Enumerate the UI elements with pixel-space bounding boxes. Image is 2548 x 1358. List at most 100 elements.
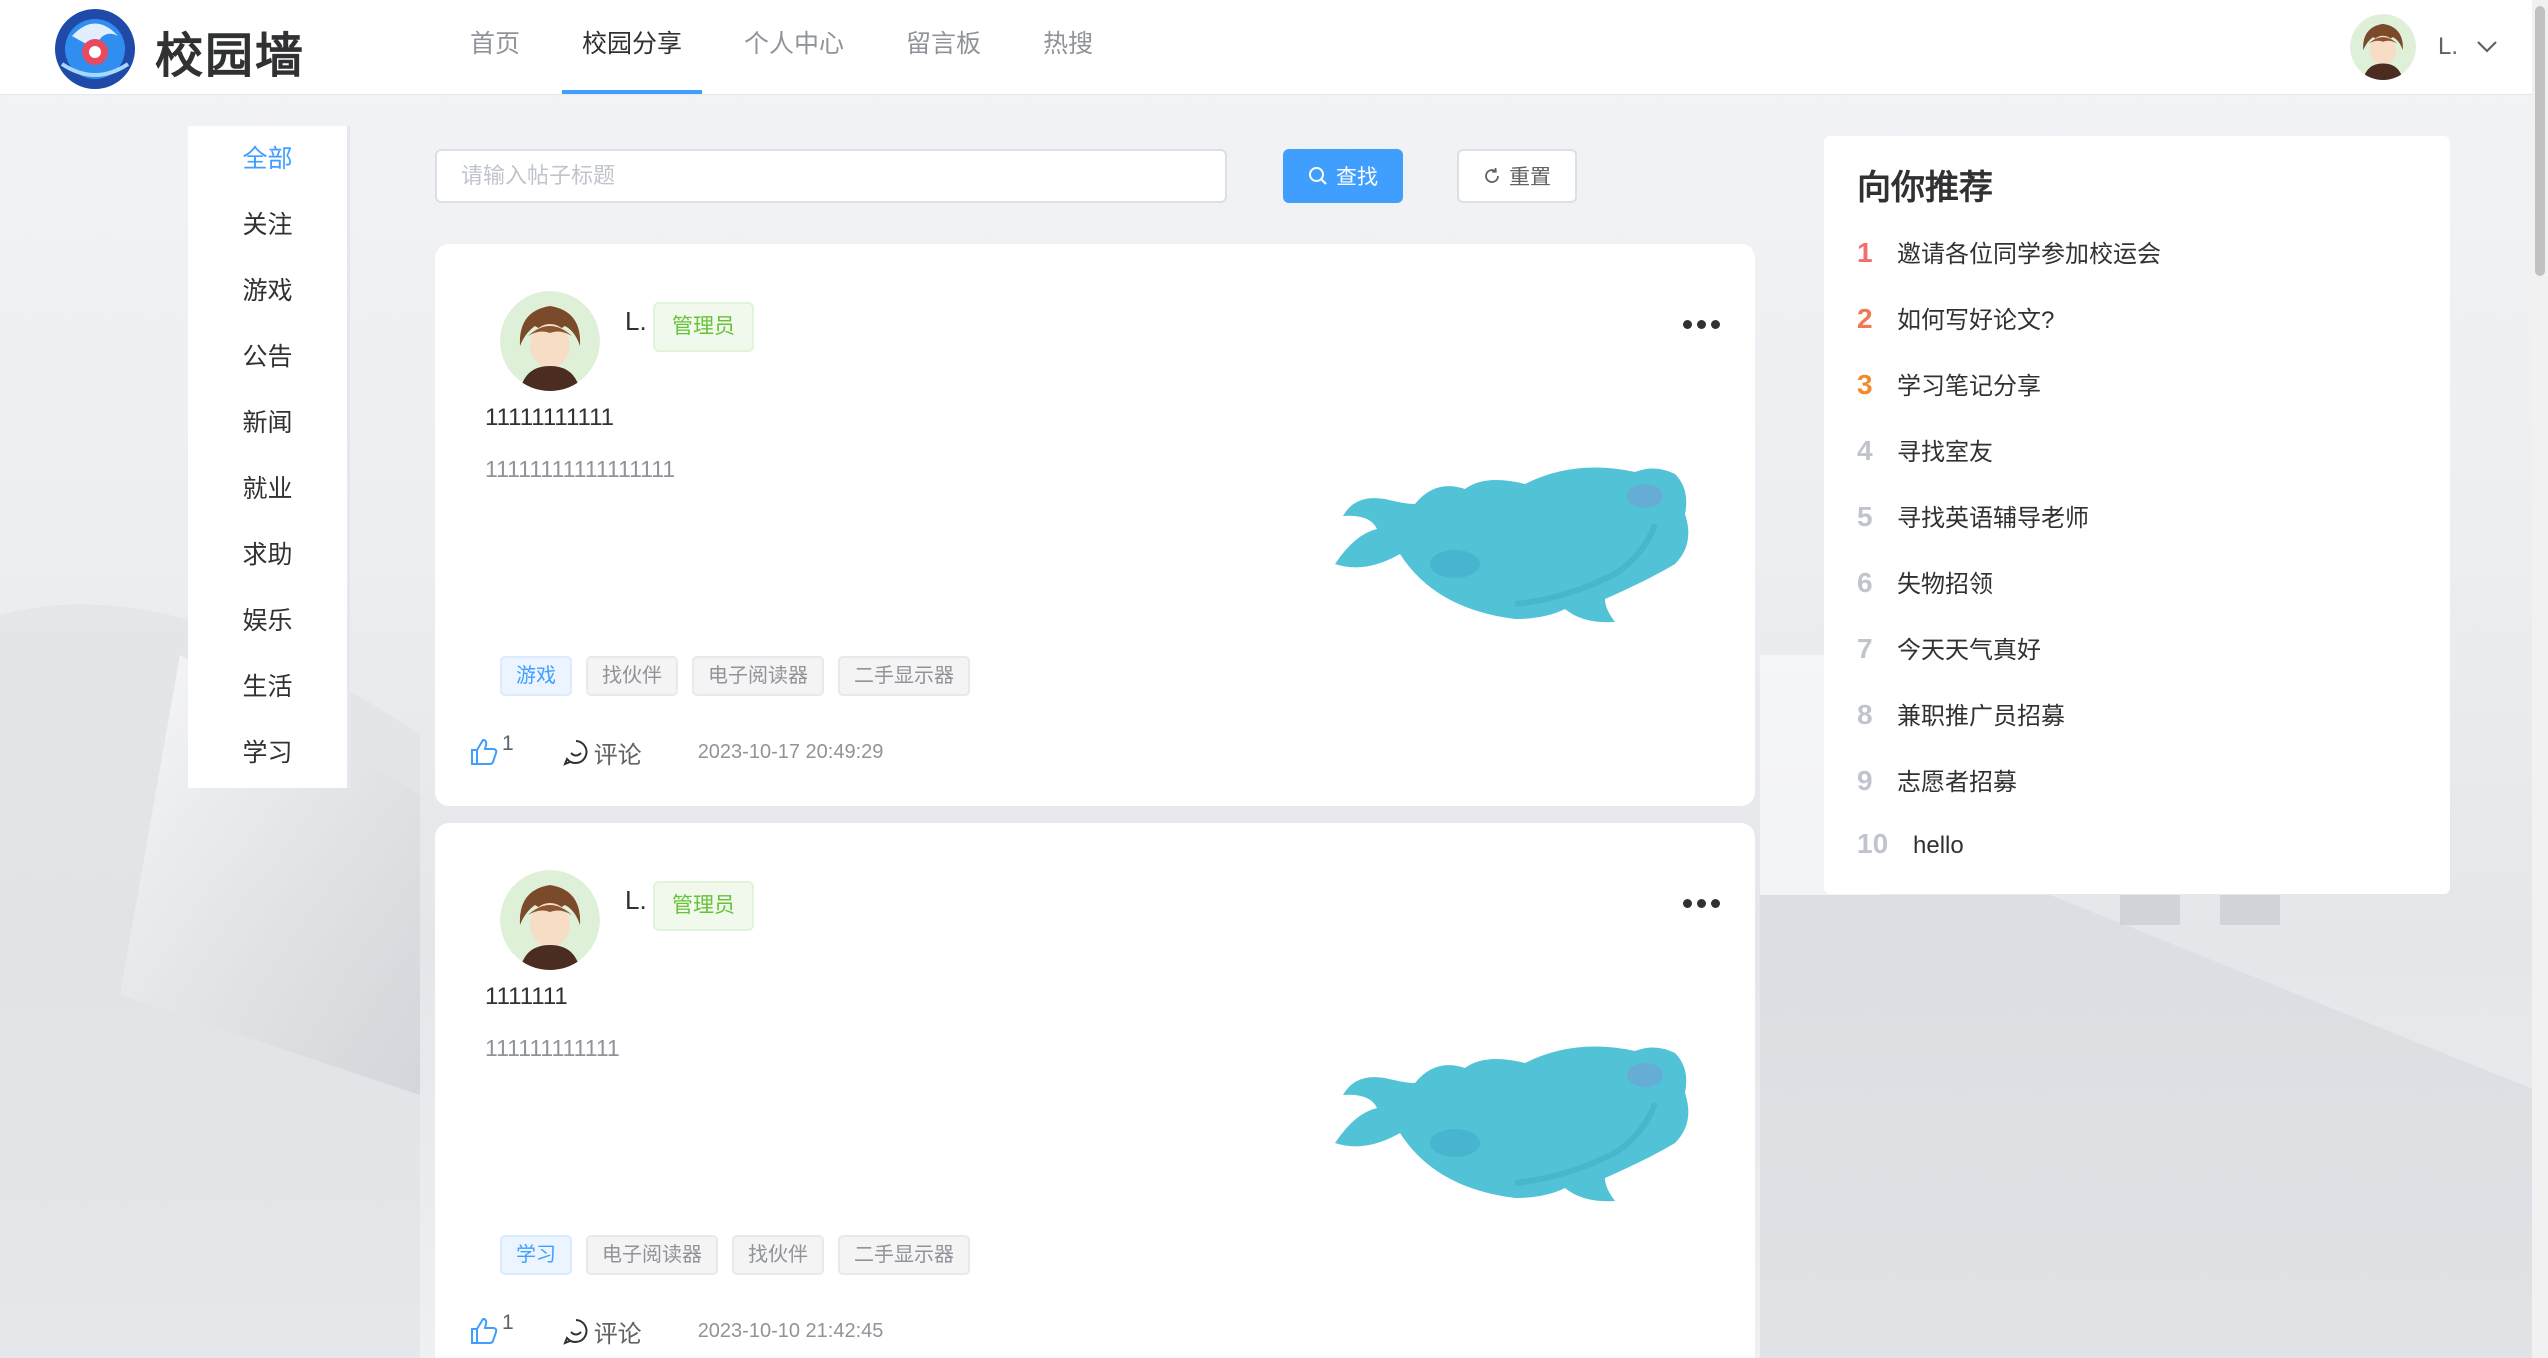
nav-message-board[interactable]: 留言板	[886, 0, 1001, 95]
post-timestamp: 2023-10-17 20:49:29	[697, 740, 884, 763]
category-life[interactable]: 生活	[188, 654, 347, 720]
recommend-item[interactable]: 10 hello	[1857, 828, 2161, 894]
recommend-panel: 向你推荐 1 邀请各位同学参加校运会 2 如何写好论文? 3 学习笔记分享 4 …	[1824, 136, 2450, 894]
comment-label: 评论	[593, 741, 642, 769]
post-title[interactable]: 1111111	[485, 983, 568, 1011]
rank-number: 8	[1857, 699, 1873, 730]
search-button[interactable]: 查找	[1283, 149, 1403, 203]
main-nav: 首页 校园分享 个人中心 留言板 热搜	[450, 0, 1135, 95]
recommend-item-title[interactable]: hello	[1913, 832, 1964, 860]
more-options-icon[interactable]	[1683, 899, 1720, 908]
thumbs-up-icon	[471, 1317, 498, 1344]
post-card[interactable]: L. 管理员 1111111 111111111111 学习 电子阅读器 找伙伴…	[435, 823, 1755, 1358]
recommend-list: 1 邀请各位同学参加校运会 2 如何写好论文? 3 学习笔记分享 4 寻找室友 …	[1857, 234, 2161, 894]
category-entertainment[interactable]: 娱乐	[188, 588, 347, 654]
recommend-item-title[interactable]: 今天天气真好	[1897, 630, 2041, 665]
role-badge: 管理员	[653, 302, 754, 352]
rank-number: 10	[1857, 828, 1889, 859]
rank-number: 1	[1857, 237, 1873, 268]
comment-icon	[562, 740, 588, 766]
like-count: 1	[502, 1311, 514, 1334]
reset-button-label: 重置	[1509, 166, 1551, 189]
rank-number: 3	[1857, 369, 1873, 400]
comment-button[interactable]: 评论	[562, 1314, 642, 1349]
post-author-name[interactable]: L.	[625, 306, 647, 337]
category-follow[interactable]: 关注	[188, 192, 347, 258]
recommend-item[interactable]: 5 寻找英语辅导老师	[1857, 498, 2161, 564]
tag[interactable]: 找伙伴	[586, 656, 678, 696]
page-scrollbar[interactable]	[2532, 0, 2548, 1358]
category-jobs[interactable]: 就业	[188, 456, 347, 522]
recommend-item[interactable]: 4 寻找室友	[1857, 432, 2161, 498]
thumbs-up-icon	[471, 738, 498, 765]
tag[interactable]: 找伙伴	[732, 1235, 824, 1275]
search-button-label: 查找	[1336, 166, 1378, 189]
nav-home[interactable]: 首页	[450, 0, 540, 95]
nav-campus-share[interactable]: 校园分享	[562, 0, 703, 95]
recommend-item[interactable]: 6 失物招领	[1857, 564, 2161, 630]
category-news[interactable]: 新闻	[188, 390, 347, 456]
recommend-item[interactable]: 9 志愿者招募	[1857, 762, 2161, 828]
post-cover-image[interactable]	[1315, 404, 1715, 654]
search-icon	[1309, 167, 1327, 185]
category-notice[interactable]: 公告	[188, 324, 347, 390]
recommend-item-title[interactable]: 寻找室友	[1897, 432, 1993, 467]
top-header: 校园墙 首页 校园分享 个人中心 留言板 热搜 L.	[0, 0, 2548, 95]
logo-icon[interactable]	[52, 6, 138, 92]
category-study[interactable]: 学习	[188, 720, 347, 786]
recommend-item[interactable]: 2 如何写好论文?	[1857, 300, 2161, 366]
nav-profile[interactable]: 个人中心	[724, 0, 864, 95]
recommend-item[interactable]: 8 兼职推广员招募	[1857, 696, 2161, 762]
tag[interactable]: 游戏	[500, 656, 572, 696]
post-cover-image[interactable]	[1315, 983, 1715, 1233]
scrollbar-thumb[interactable]	[2535, 6, 2545, 276]
recommend-item-title[interactable]: 寻找英语辅导老师	[1897, 498, 2089, 533]
reset-button[interactable]: 重置	[1457, 149, 1577, 203]
recommend-item-title[interactable]: 失物招领	[1897, 564, 1993, 599]
post-title[interactable]: 11111111111	[485, 404, 614, 432]
recommend-title: 向你推荐	[1857, 169, 1993, 207]
post-timestamp: 2023-10-10 21:42:45	[697, 1319, 884, 1342]
post-author-avatar[interactable]	[500, 291, 600, 391]
recommend-item-title[interactable]: 邀请各位同学参加校运会	[1897, 234, 2161, 269]
category-all[interactable]: 全部	[188, 126, 347, 192]
recommend-item[interactable]: 7 今天天气真好	[1857, 630, 2161, 696]
like-button[interactable]: 1	[468, 732, 514, 768]
tag[interactable]: 电子阅读器	[586, 1235, 718, 1275]
user-avatar[interactable]	[2349, 14, 2416, 80]
tag[interactable]: 二手显示器	[838, 656, 970, 696]
category-help[interactable]: 求助	[188, 522, 347, 588]
tag[interactable]: 二手显示器	[838, 1235, 970, 1275]
recommend-item[interactable]: 1 邀请各位同学参加校运会	[1857, 234, 2161, 300]
comment-button[interactable]: 评论	[562, 735, 642, 770]
rank-number: 9	[1857, 765, 1873, 796]
more-options-icon[interactable]	[1683, 320, 1720, 329]
recommend-item-title[interactable]: 兼职推广员招募	[1897, 696, 2065, 731]
search-input[interactable]	[435, 149, 1227, 203]
recommend-item-title[interactable]: 学习笔记分享	[1897, 366, 2041, 401]
post-footer: 1 评论 2023-10-17 20:49:29	[468, 732, 884, 770]
rank-number: 7	[1857, 633, 1873, 664]
chevron-down-icon[interactable]	[2476, 40, 2498, 54]
comment-icon	[562, 1319, 588, 1345]
tag[interactable]: 电子阅读器	[692, 656, 824, 696]
category-game[interactable]: 游戏	[188, 258, 347, 324]
recommend-item-title[interactable]: 志愿者招募	[1897, 762, 2017, 797]
like-button[interactable]: 1	[468, 1311, 514, 1347]
comment-label: 评论	[593, 1320, 642, 1348]
recommend-item[interactable]: 3 学习笔记分享	[1857, 366, 2161, 432]
post-author-avatar[interactable]	[500, 870, 600, 970]
post-content: 111111111111	[485, 1035, 620, 1061]
nav-hot-search[interactable]: 热搜	[1023, 0, 1113, 95]
tag[interactable]: 学习	[500, 1235, 572, 1275]
post-footer: 1 评论 2023-10-10 21:42:45	[468, 1311, 884, 1349]
like-count: 1	[502, 732, 514, 755]
recommend-item-title[interactable]: 如何写好论文?	[1897, 300, 2054, 335]
rank-number: 2	[1857, 303, 1873, 334]
post-tags: 游戏 找伙伴 电子阅读器 二手显示器	[500, 656, 970, 696]
post-card[interactable]: L. 管理员 11111111111 11111111111111111 游戏 …	[435, 244, 1755, 806]
post-author-name[interactable]: L.	[625, 885, 647, 916]
post-content: 11111111111111111	[485, 456, 676, 482]
user-menu[interactable]: L.	[2349, 12, 2498, 82]
rank-number: 4	[1857, 435, 1873, 466]
